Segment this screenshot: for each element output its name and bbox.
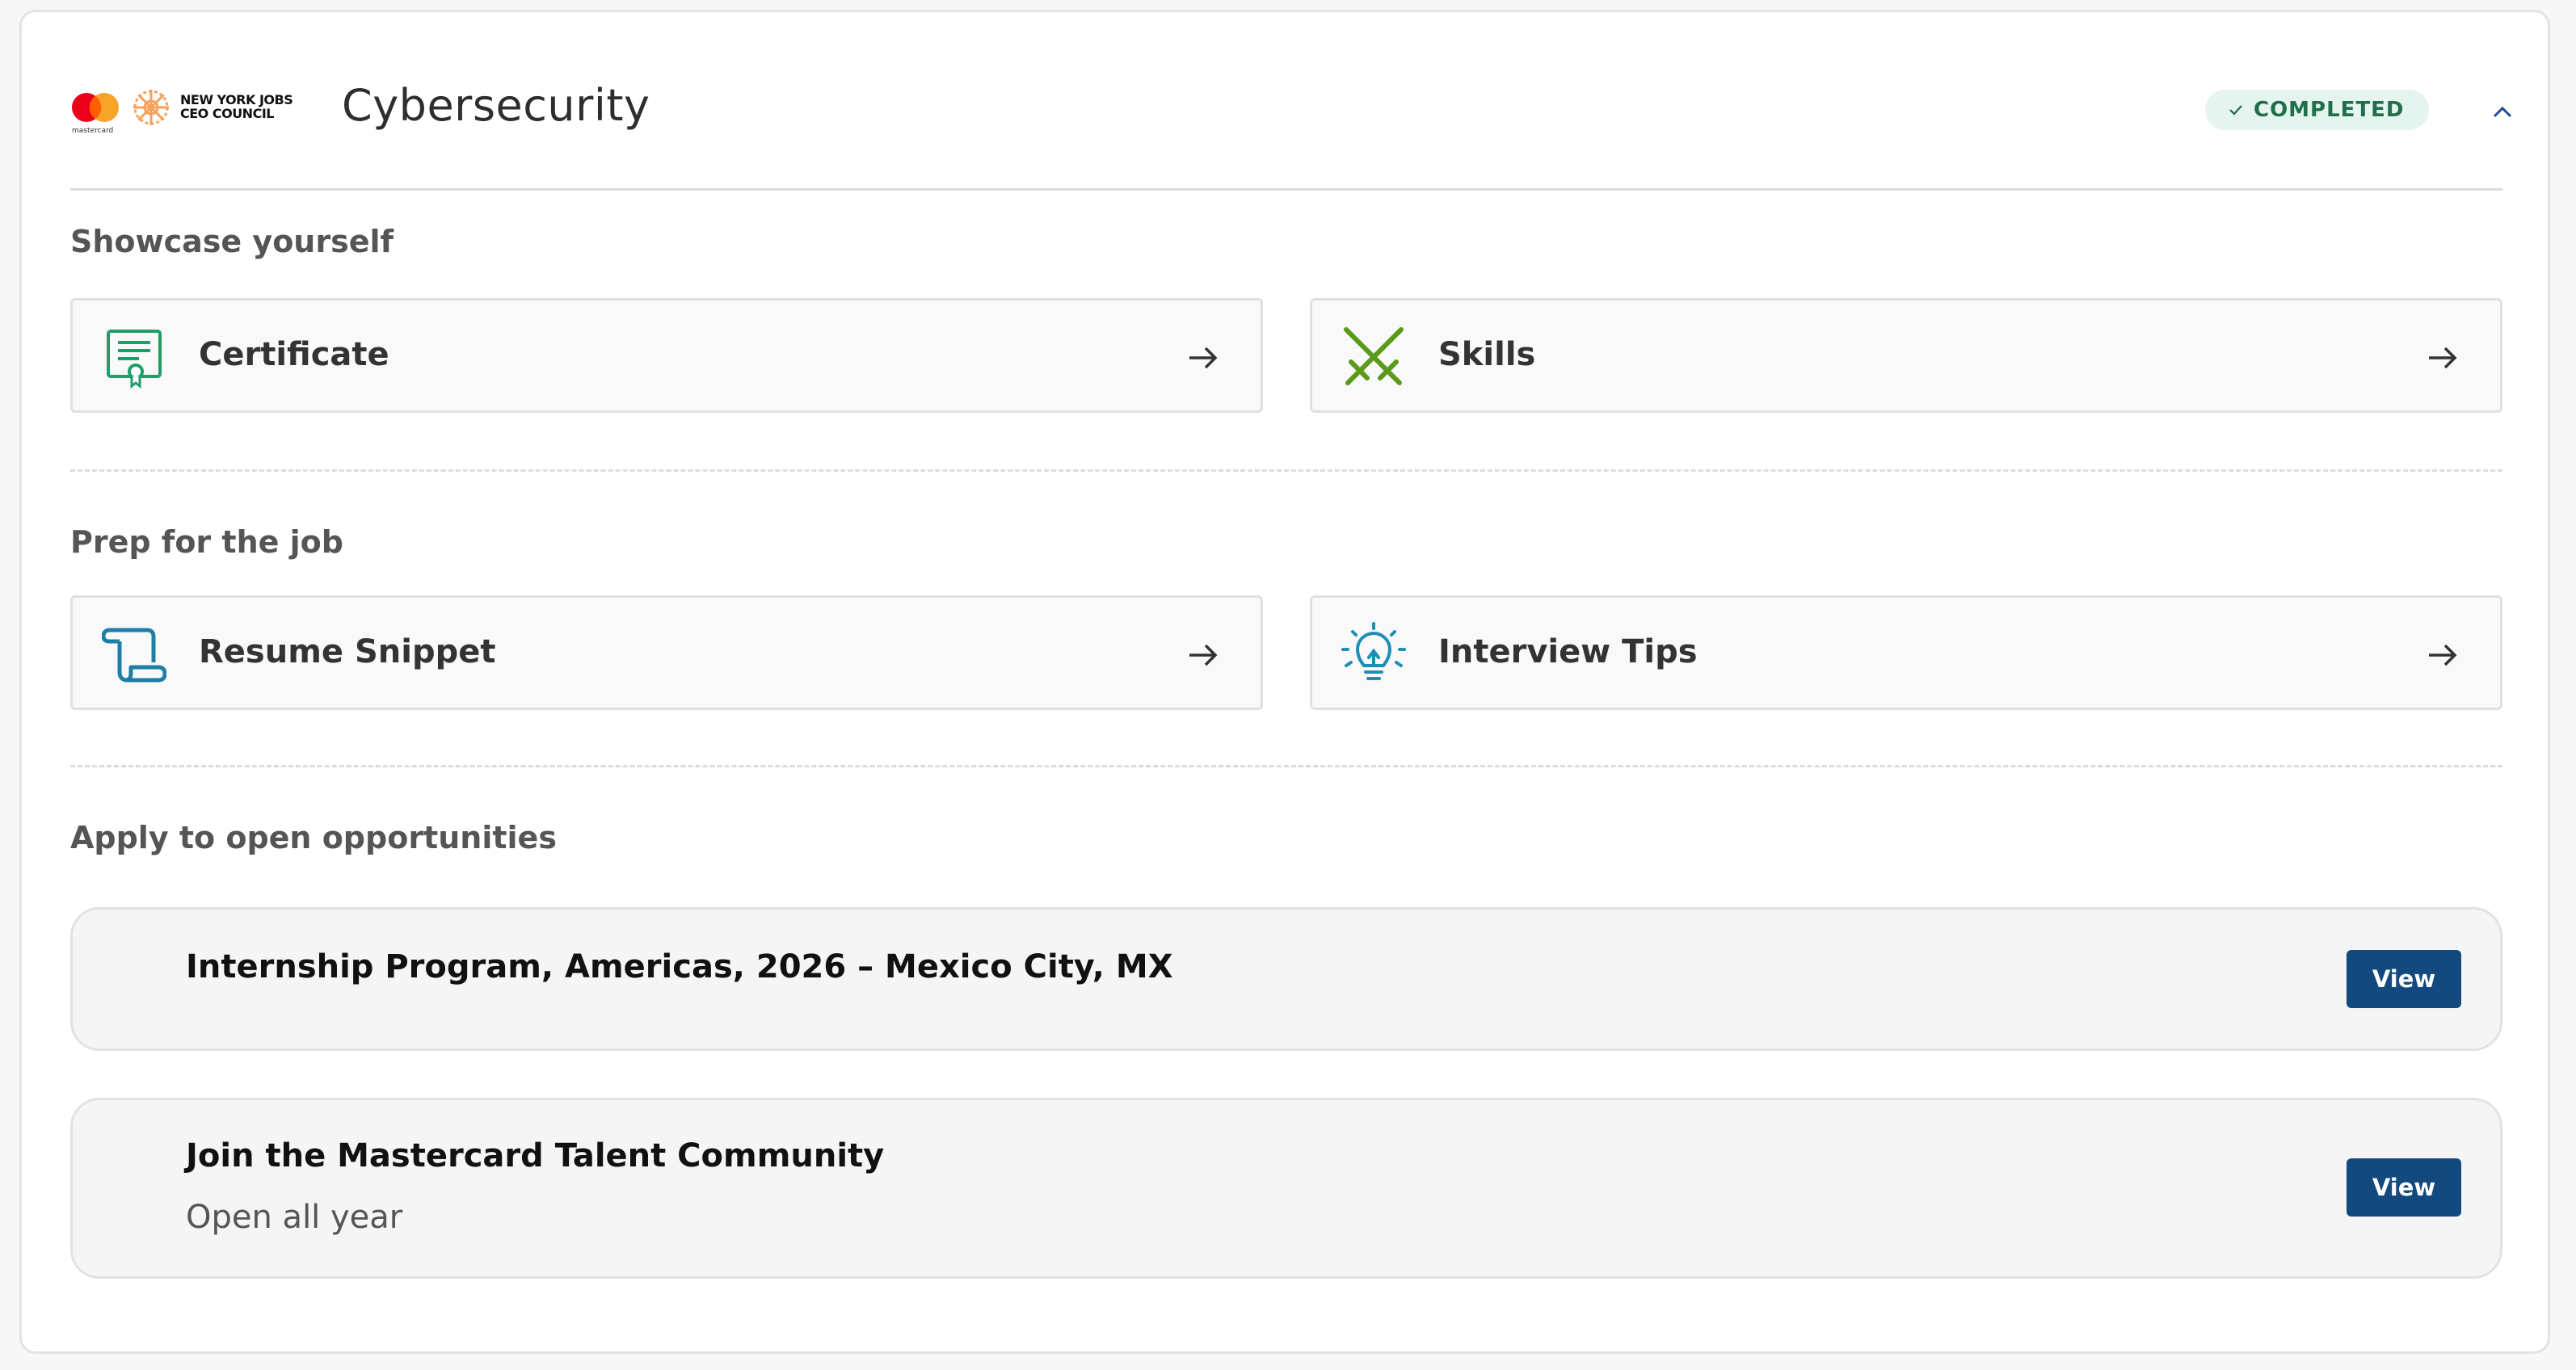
skills-label: Skills [1438, 336, 1536, 373]
skills-tile[interactable]: Skills [1310, 298, 2502, 413]
check-icon [2229, 105, 2242, 116]
opportunity-title: Internship Program, Americas, 2026 – Mex… [186, 948, 1173, 985]
opportunity-card: Join the Mastercard Talent Community Ope… [70, 1098, 2502, 1279]
page-title: Cybersecurity [342, 80, 650, 131]
collapse-button[interactable] [2486, 96, 2519, 128]
ny-jobs-council-emblem [133, 90, 169, 125]
scroll-icon [102, 628, 166, 683]
arrow-right-icon [2429, 644, 2457, 666]
interview-tips-tile[interactable]: Interview Tips [1310, 595, 2502, 710]
arrow-right-icon [2429, 347, 2457, 369]
opportunity-title: Join the Mastercard Talent Community [186, 1137, 885, 1175]
logo-text-line1: NEW YORK JOBS [180, 92, 293, 107]
opportunity-subtitle: Open all year [186, 1199, 403, 1236]
opportunity-card: Internship Program, Americas, 2026 – Mex… [70, 907, 2502, 1051]
view-button[interactable]: View [2347, 1158, 2461, 1217]
certificate-label: Certificate [199, 336, 389, 373]
chevron-up-icon [2493, 106, 2512, 118]
interview-tips-label: Interview Tips [1438, 633, 1698, 670]
view-button[interactable]: View [2347, 950, 2461, 1008]
certificate-tile[interactable]: Certificate [70, 298, 1263, 413]
section-title-prep: Prep for the job [70, 524, 343, 560]
certificate-icon [107, 330, 162, 389]
arrow-right-icon [1189, 347, 1218, 369]
section-title-apply: Apply to open opportunities [70, 820, 557, 855]
section-divider [70, 469, 2502, 472]
resume-snippet-tile[interactable]: Resume Snippet [70, 595, 1263, 710]
mastercard-wordmark: mastercard [72, 127, 114, 135]
crossed-swords-icon [1344, 327, 1404, 385]
partner-logos: mastercard NEW YORK JOBS CEO COUNCIL [70, 88, 305, 137]
logo-text-line2: CEO COUNCIL [180, 106, 274, 121]
status-badge-label: COMPLETED [2254, 98, 2405, 122]
lightbulb-icon [1341, 622, 1406, 680]
section-title-showcase: Showcase yourself [70, 224, 394, 259]
mastercard-logo [72, 93, 119, 122]
program-card: mastercard NEW YORK JOBS CEO COUNCIL Cyb… [19, 10, 2550, 1354]
arrow-right-icon [1189, 644, 1218, 666]
status-badge: COMPLETED [2205, 90, 2429, 130]
section-divider [70, 765, 2502, 767]
card-header: mastercard NEW YORK JOBS CEO COUNCIL Cyb… [70, 61, 2512, 149]
resume-snippet-label: Resume Snippet [199, 633, 496, 670]
header-divider [70, 188, 2502, 191]
